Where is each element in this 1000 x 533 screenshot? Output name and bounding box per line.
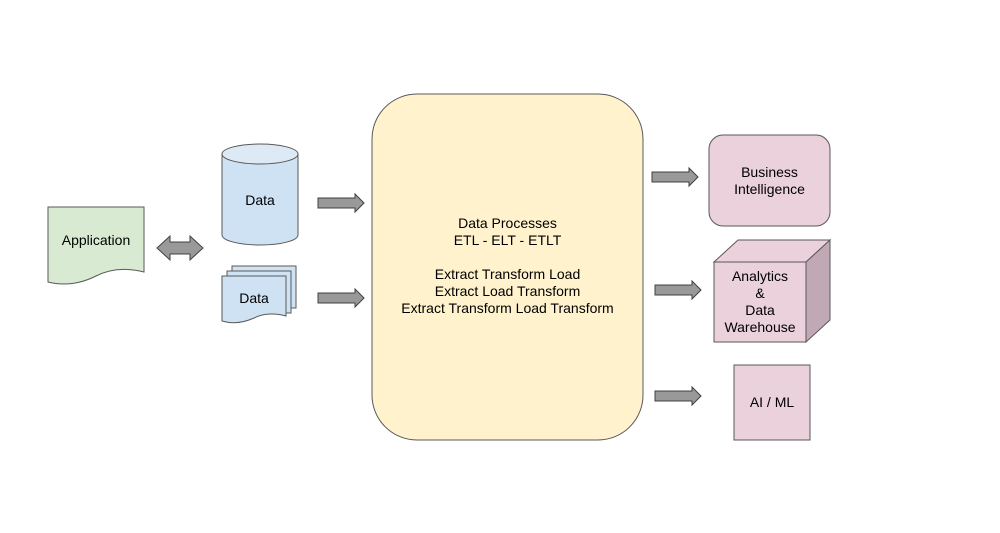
arrow-data-files-to-process [317,287,365,309]
bidirectional-arrow [156,234,204,262]
data-store-node[interactable] [221,143,299,246]
data-files-node[interactable] [221,265,297,324]
arrow-process-to-bi [651,166,699,188]
ai-ml-node[interactable] [733,364,811,441]
business-intelligence-node[interactable] [708,134,831,227]
analytics-node[interactable] [712,238,832,344]
process-node[interactable] [371,93,644,441]
arrow-data-store-to-process [317,192,365,214]
arrow-process-to-analytics [654,279,702,301]
application-node[interactable] [47,206,145,285]
arrow-process-to-ai-ml [654,385,702,407]
diagram-canvas [47,93,832,441]
